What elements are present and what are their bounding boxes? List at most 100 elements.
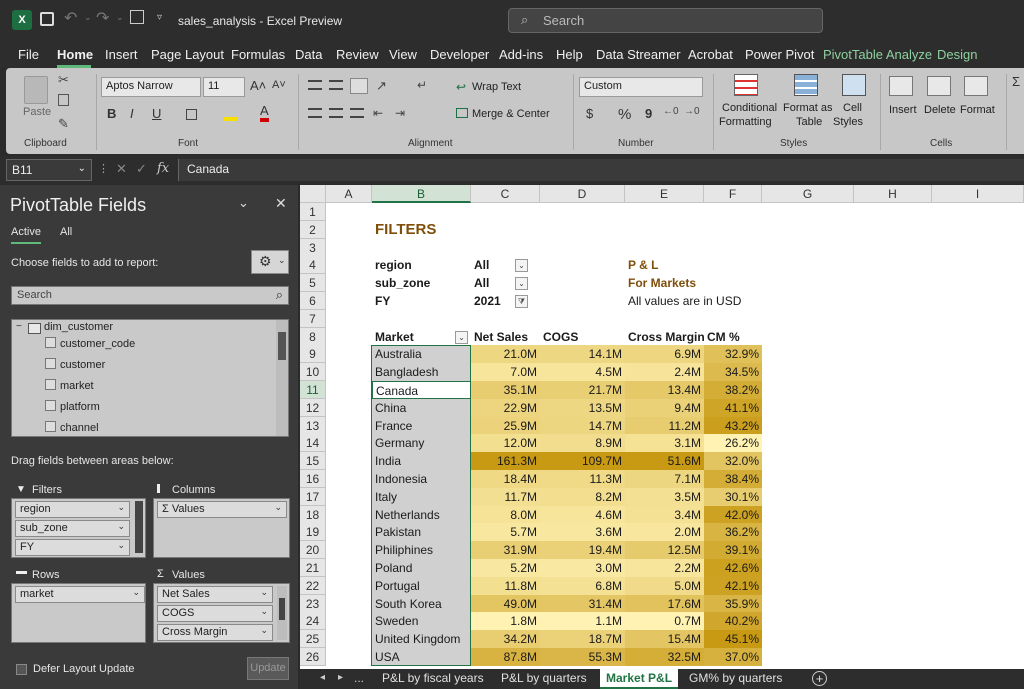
row-header-1[interactable]: 1 [300,203,326,221]
market-cell[interactable]: Germany [372,434,471,453]
paste-button-label[interactable]: Paste [23,106,51,118]
align-top-icon[interactable] [308,80,322,90]
menu-design[interactable]: Design [937,47,977,62]
increase-indent-icon[interactable]: ⇥ [395,106,405,120]
field-checkbox[interactable] [45,400,56,411]
format-as-table-label-2[interactable]: Table [796,116,822,128]
field-search-input[interactable]: Search ⌕ [11,286,289,305]
value-chip-cross-margin[interactable]: Cross Margin ⌄ [157,624,273,641]
market-cell[interactable]: Netherlands [372,505,471,524]
align-middle-icon[interactable] [329,80,343,90]
underline-button[interactable]: U [152,106,161,121]
text-direction-icon[interactable]: ↵ [417,78,427,92]
filter-dropdown-icon[interactable]: ⌄ [515,259,528,273]
row-header-7[interactable]: 7 [300,309,326,328]
conditional-formatting-label-1[interactable]: Conditional [722,102,777,114]
market-cell[interactable]: Philiphines [372,541,471,560]
column-header-i[interactable]: I [932,185,1024,203]
pane-settings-button[interactable]: ⚙ ⌄ [251,250,289,274]
value-chip-net-sales[interactable]: Net Sales ⌄ [157,586,273,603]
currency-button[interactable]: $ [586,106,593,121]
delete-cells-icon[interactable] [927,76,951,96]
filter-dropdown-icon[interactable]: ⌄ [515,277,528,291]
align-bottom-icon[interactable] [350,78,368,94]
insert-function-icon[interactable]: fx [157,161,169,176]
align-right-icon[interactable] [350,108,364,118]
market-cell[interactable]: South Korea [372,594,471,613]
undo-dropdown-icon[interactable]: ⌄ [84,12,92,23]
column-header-d[interactable]: D [540,185,625,203]
row-header-13[interactable]: 13 [300,416,326,435]
field-label[interactable]: customer_code [60,338,135,350]
filter-dropdown-icon[interactable]: ⧩ [515,295,528,308]
field-checkbox[interactable] [45,337,56,348]
update-button[interactable]: Update [247,657,289,680]
row-header-8[interactable]: 8 [300,327,326,346]
market-cell[interactable]: Italy [372,487,471,506]
field-list-scroll-thumb[interactable] [278,332,286,360]
cut-icon[interactable]: ✂ [58,72,69,88]
formula-input[interactable]: Canada [178,159,1024,181]
column-header-e[interactable]: E [625,185,704,203]
menu-developer[interactable]: Developer [430,47,489,62]
filter-chip-fy[interactable]: FY ⌄ [15,539,130,556]
field-checkbox[interactable] [45,379,56,390]
row-header-3[interactable]: 3 [300,238,326,257]
menu-insert[interactable]: Insert [105,47,138,62]
values-scroll-thumb[interactable] [279,598,285,620]
filter-chip-sub-zone[interactable]: sub_zone ⌄ [15,520,130,537]
number-format-select[interactable]: Custom [579,77,703,97]
more-options-icon[interactable]: ⋮ [98,162,109,175]
tab-scroll-right-icon[interactable]: ▸ [338,672,343,683]
add-sheet-icon[interactable]: + [812,671,827,686]
comma-style-button[interactable]: 9 [645,106,652,121]
column-header-b[interactable]: B [372,185,471,203]
market-cell[interactable]: Indonesia [372,470,471,488]
cancel-entry-icon[interactable]: ✕ [116,161,127,177]
field-label[interactable]: channel [60,422,99,434]
row-header-26[interactable]: 26 [300,648,326,666]
menu-home[interactable]: Home [57,47,93,62]
column-header-f[interactable]: F [704,185,762,203]
market-cell[interactable]: USA [372,648,471,666]
tab-active[interactable]: Active [11,226,41,238]
row-header-10[interactable]: 10 [300,363,326,382]
filter-value[interactable]: All [471,274,521,292]
column-header-a[interactable]: A [326,185,372,203]
row-header-15[interactable]: 15 [300,452,326,471]
format-painter-icon[interactable]: ✎ [58,116,69,132]
row-header-22[interactable]: 22 [300,576,326,595]
bold-button[interactable]: B [107,106,116,121]
autosum-icon[interactable]: Σ [1012,74,1020,89]
column-chip-values[interactable]: Σ Values ⌄ [157,501,287,518]
row-header-2[interactable]: 2 [300,220,326,239]
sheet-tab[interactable]: P&L by fiscal years [376,669,490,689]
format-as-table-label-1[interactable]: Format as [783,102,833,114]
search-box[interactable]: ⌕ Search [508,8,823,33]
format-cells-icon[interactable] [964,76,988,96]
field-list-scrollbar[interactable] [276,320,288,436]
defer-layout-checkbox[interactable] [16,664,27,675]
font-color-icon[interactable]: A [260,104,269,122]
menu-add-ins[interactable]: Add-ins [499,47,543,62]
market-cell[interactable]: Poland [372,559,471,577]
row-chip-market[interactable]: market ⌄ [15,586,145,603]
market-cell[interactable]: China [372,398,471,417]
decrease-font-size-icon[interactable]: A˅ [272,79,286,91]
save-icon[interactable] [40,12,54,26]
font-size-select[interactable]: 11 [203,77,245,97]
italic-button[interactable]: I [130,106,134,121]
market-cell[interactable]: France [372,416,471,435]
form-icon[interactable] [130,10,144,24]
copy-icon[interactable] [58,94,69,106]
cell-styles-label-2[interactable]: Styles [833,116,863,128]
insert-cells-icon[interactable] [889,76,913,96]
tab-scroll-left-icon[interactable]: ◂ [320,672,325,683]
menu-formulas[interactable]: Formulas [231,47,285,62]
market-cell[interactable]: Bangladesh [372,363,471,382]
name-box-dropdown-icon[interactable]: ⌄ [78,163,86,174]
confirm-entry-icon[interactable]: ✓ [136,161,147,177]
filter-value[interactable]: All [471,256,521,274]
row-header-5[interactable]: 5 [300,274,326,293]
align-left-icon[interactable] [308,108,322,118]
